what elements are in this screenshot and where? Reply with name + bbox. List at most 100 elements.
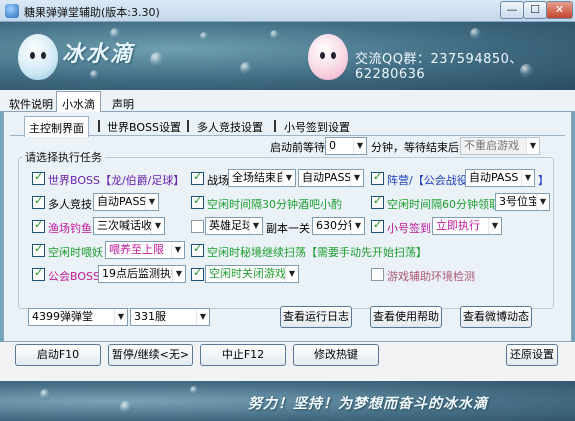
idle-pet-mode-value: 喂养至上限 (109, 243, 164, 256)
fishing-checkbox[interactable] (32, 218, 45, 233)
guild-boss-label: 公会BOSS (48, 270, 100, 283)
multi-pvp-pass-value: 自动PASS (97, 195, 147, 208)
idle-pet-checkbox[interactable] (32, 242, 45, 257)
close-button[interactable]: ✕ (546, 1, 573, 19)
battle-mode-select[interactable]: 全场结束自 ▼ (228, 169, 296, 187)
tab-statement[interactable]: 声明 (107, 94, 139, 112)
tab-separator (187, 120, 189, 132)
alt-signin-mode-select[interactable]: 立即执行 ▼ (432, 217, 502, 235)
fishing-mode-select[interactable]: 三次喊话收杆 ▼ (93, 217, 165, 235)
guild-boss-mode-select[interactable]: 19点后监测执行 ▼ (98, 265, 186, 283)
idle-60min-slot-select[interactable]: 3号位宝 ▼ (495, 193, 550, 211)
multi-pvp-checkbox[interactable] (32, 194, 45, 209)
action-bar: 启动F10 暂停/继续<无> 中止F12 修改热键 还原设置 (0, 342, 575, 382)
title-bar: 糖果弹弹堂辅助(版本:3.30) — ☐ ✕ (0, 0, 575, 22)
camp-pass-value: 自动PASS (469, 171, 519, 184)
pink-drop-mascot-icon (308, 34, 348, 80)
after-wait-action-select[interactable]: 不重启游戏 ▼ (460, 137, 540, 155)
restore-settings-button[interactable]: 还原设置 (506, 344, 558, 366)
platform-select[interactable]: 4399弹弹堂 ▼ (28, 308, 128, 326)
footer-slogan: 努力！坚持！为梦想而奋斗的冰水滴 (248, 396, 488, 412)
guild-boss-mode-value: 19点后监测执行 (102, 267, 182, 280)
hero-football-select[interactable]: 英雄足球 ▼ (205, 217, 263, 235)
battle-pass-select[interactable]: 自动PASS ▼ (298, 169, 364, 187)
chevron-down-icon: ▼ (196, 309, 209, 325)
camp-label: 阵营/【公会战役 (387, 174, 468, 187)
chevron-down-icon: ▼ (145, 194, 158, 210)
start-button[interactable]: 启动F10 (15, 344, 101, 366)
world-boss-checkbox[interactable] (32, 170, 45, 185)
camp-checkbox[interactable] (371, 170, 384, 185)
chevron-down-icon: ▼ (249, 218, 262, 234)
env-check-label: 游戏辅助环境检测 (387, 270, 475, 283)
env-check-checkbox[interactable] (371, 268, 384, 281)
water-drop-mascot-icon (18, 34, 58, 80)
task-group-title: 请选择执行任务 (22, 149, 105, 165)
after-wait-action-value: 不重启游戏 (464, 139, 519, 152)
water-drop-decoration (120, 401, 132, 414)
idle-secret-checkbox[interactable] (191, 242, 204, 257)
alt-signin-label: 小号签到 (387, 222, 431, 235)
view-weibo-button[interactable]: 查看微博动态 (460, 306, 532, 328)
hero-football-time-select[interactable]: 630分钟 ▼ (312, 217, 365, 235)
water-drop-decoration (270, 30, 279, 40)
chevron-down-icon: ▼ (351, 218, 364, 234)
water-drop-decoration (40, 389, 50, 400)
hero-football-value: 英雄足球 (209, 219, 253, 232)
tab-main-control[interactable]: 主控制界面 (24, 116, 89, 137)
idle-30min-checkbox[interactable] (191, 194, 204, 209)
battle-pass-value: 自动PASS (302, 171, 352, 184)
camp-suffix-label: 】 (538, 174, 549, 187)
idle-30min-label: 空闲时间隔30分钟酒吧小酌 (207, 198, 342, 211)
pause-resume-button[interactable]: 暂停/继续<无> (108, 344, 193, 366)
platform-value: 4399弹弹堂 (32, 310, 93, 323)
chevron-down-icon: ▼ (282, 170, 295, 186)
camp-pass-select[interactable]: 自动PASS ▼ (465, 169, 535, 187)
chevron-down-icon: ▼ (353, 138, 366, 154)
tab-alt-signin-settings[interactable]: 小号签到设置 (284, 119, 350, 135)
idle-close-value: 空闲时关闭游戏 (209, 267, 286, 280)
guild-boss-checkbox[interactable] (32, 266, 45, 281)
wait-prefix-label: 启动前等待 (270, 141, 325, 154)
idle-close-select[interactable]: 空闲时关闭游戏 ▼ (205, 265, 299, 283)
alt-signin-mode-value: 立即执行 (436, 219, 480, 232)
chevron-down-icon: ▼ (536, 194, 549, 210)
water-drop-decoration (190, 386, 198, 395)
idle-60min-checkbox[interactable] (371, 194, 384, 209)
stop-button[interactable]: 中止F12 (200, 344, 286, 366)
inner-tab-bar: 主控制界面 世界BOSS设置 多人竞技设置 小号签到设置 (10, 116, 565, 137)
tab-world-boss-settings[interactable]: 世界BOSS设置 (107, 119, 181, 135)
view-log-button[interactable]: 查看运行日志 (280, 306, 352, 328)
chevron-down-icon: ▼ (114, 309, 127, 325)
battle-checkbox[interactable] (191, 170, 204, 185)
water-drop-decoration (150, 52, 164, 68)
chevron-down-icon: ▼ (171, 242, 184, 258)
qq-group-text: 交流QQ群：237594850、62280636 (355, 52, 523, 82)
alt-signin-checkbox[interactable] (371, 218, 384, 233)
maximize-button[interactable]: ☐ (523, 1, 547, 19)
edit-hotkey-button[interactable]: 修改热键 (293, 344, 379, 366)
water-drop-decoration (240, 62, 252, 75)
tab-multi-pvp-settings[interactable]: 多人竞技设置 (197, 119, 263, 135)
wait-minutes-value: 0 (329, 139, 336, 152)
view-help-button[interactable]: 查看使用帮助 (370, 306, 442, 328)
battle-mode-value: 全场结束自 (232, 171, 287, 184)
server-zone-value: 331服 (134, 310, 166, 323)
tab-software-info[interactable]: 软件说明 (4, 94, 58, 112)
idle-close-checkbox[interactable] (191, 266, 204, 281)
idle-pet-mode-select[interactable]: 喂养至上限 ▼ (105, 241, 185, 259)
multi-pvp-pass-select[interactable]: 自动PASS ▼ (93, 193, 159, 211)
idle-60min-slot-value: 3号位宝 (499, 195, 539, 208)
tab-xiaoshuidi[interactable]: 小水滴 (56, 91, 101, 113)
wait-suffix-label: 分钟，等待结束后 (371, 141, 459, 154)
tab-separator (98, 120, 100, 132)
chevron-down-icon: ▼ (526, 138, 539, 154)
footer-banner: 努力！坚持！为梦想而奋斗的冰水滴 (0, 381, 575, 421)
server-zone-select[interactable]: 331服 ▼ (130, 308, 210, 326)
hero-football-checkbox[interactable] (191, 220, 204, 233)
wait-minutes-select[interactable]: 0 ▼ (325, 137, 367, 155)
battle-label: 战场 (207, 174, 229, 187)
idle-pet-label: 空闲时喂妖 (48, 246, 103, 259)
chevron-down-icon: ▼ (350, 170, 363, 186)
minimize-button[interactable]: — (500, 1, 524, 19)
